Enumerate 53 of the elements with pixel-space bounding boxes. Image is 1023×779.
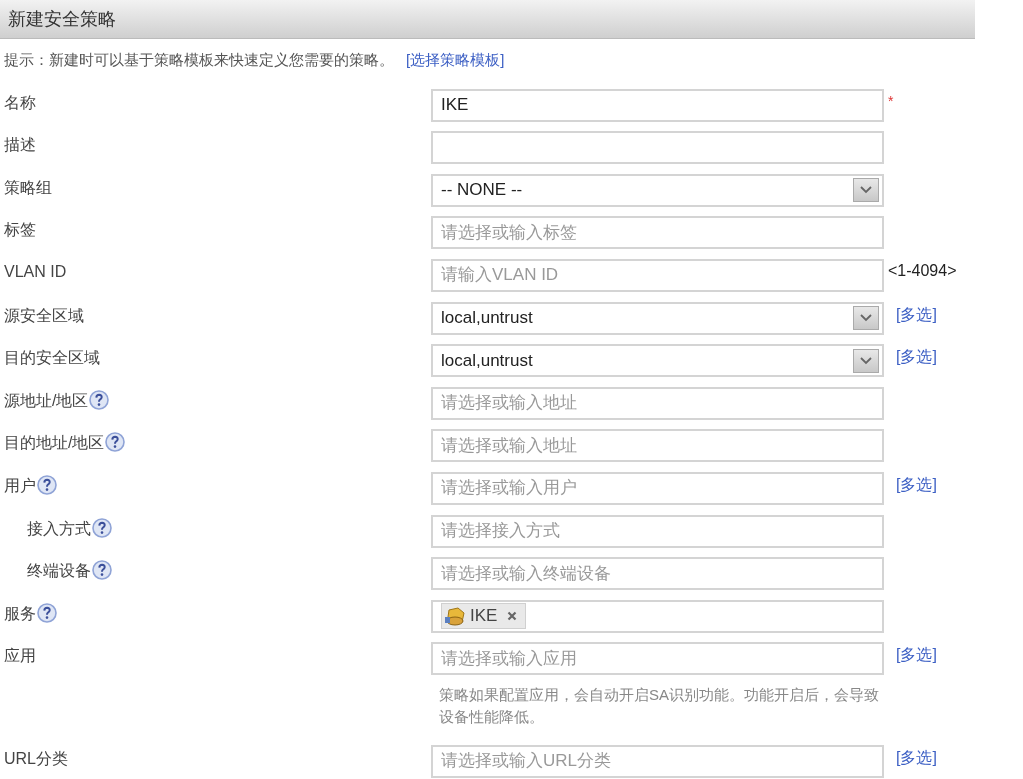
help-icon[interactable] — [37, 474, 57, 495]
help-icon[interactable] — [92, 517, 112, 538]
field-label: 用户 — [4, 475, 36, 496]
multi-select-link[interactable]: [多选] — [896, 748, 937, 766]
dropdown-icon[interactable] — [853, 178, 879, 203]
input-field[interactable]: 请选择或输入URL分类 — [431, 744, 884, 778]
field-label: 源地址/地区 — [4, 390, 89, 411]
help-icon[interactable] — [89, 389, 110, 410]
dropdown-icon[interactable] — [853, 348, 879, 373]
input-field[interactable]: 请选择或输入地址 — [431, 429, 884, 463]
field-label: 应用 — [4, 646, 36, 667]
select-field[interactable]: local,untrust — [431, 301, 884, 335]
input-field[interactable]: 请选择或输入终端设备 — [431, 557, 884, 591]
field-label: 源安全区域 — [4, 305, 84, 326]
input-field[interactable]: 请选择接入方式 — [431, 514, 884, 548]
field-label: 接入方式 — [27, 518, 91, 539]
input-field[interactable] — [431, 131, 884, 165]
input-field[interactable]: 请输入VLAN ID — [431, 258, 884, 292]
window-title: 新建安全策略 — [7, 8, 116, 31]
field-label: 策略组 — [4, 177, 52, 198]
service-icon — [444, 605, 466, 628]
field-label: 目的安全区域 — [4, 348, 100, 369]
field-label: VLAN ID — [4, 262, 67, 281]
remove-icon[interactable] — [507, 611, 518, 622]
help-icon[interactable] — [105, 432, 126, 453]
field-label: 目的地址/地区 — [4, 433, 105, 454]
dropdown-icon[interactable] — [853, 306, 879, 331]
multi-select-link[interactable]: [多选] — [896, 646, 937, 664]
field-label: 终端设备 — [27, 561, 91, 582]
input-field[interactable]: 请选择或输入应用 — [431, 642, 884, 676]
field-label: URL分类 — [4, 748, 68, 769]
field-label: 描述 — [4, 135, 36, 156]
select-field[interactable]: local,untrust — [431, 344, 884, 378]
field-label: 标签 — [4, 220, 36, 241]
field-label: 名称 — [4, 92, 36, 113]
range-hint: <1-4094> — [888, 261, 957, 279]
tag-field[interactable]: IKE — [431, 599, 884, 633]
input-field[interactable]: 请选择或输入地址 — [431, 386, 884, 420]
help-icon[interactable] — [37, 602, 57, 623]
input-field[interactable]: 请选择或输入标签 — [431, 216, 884, 250]
input-field[interactable]: IKE — [431, 88, 884, 122]
multi-select-link[interactable]: [多选] — [896, 305, 937, 323]
input-field[interactable]: 请选择或输入用户 — [431, 471, 884, 505]
help-icon[interactable] — [92, 560, 112, 581]
multi-select-link[interactable]: [多选] — [896, 475, 937, 493]
field-label: 服务 — [4, 603, 36, 624]
required-mark: * — [888, 92, 894, 109]
field-note: 策略如果配置应用，会自动开启SA识别功能。功能开启后，会导致设备性能降低。 — [439, 685, 880, 728]
select-field[interactable]: -- NONE -- — [431, 173, 884, 207]
hint-text: 提示：新建时可以基于策略模板来快速定义您需要的策略。 — [4, 51, 394, 70]
template-link[interactable]: [选择策略模板] — [406, 51, 505, 84]
service-tag: IKE — [441, 603, 527, 630]
multi-select-link[interactable]: [多选] — [896, 348, 937, 366]
